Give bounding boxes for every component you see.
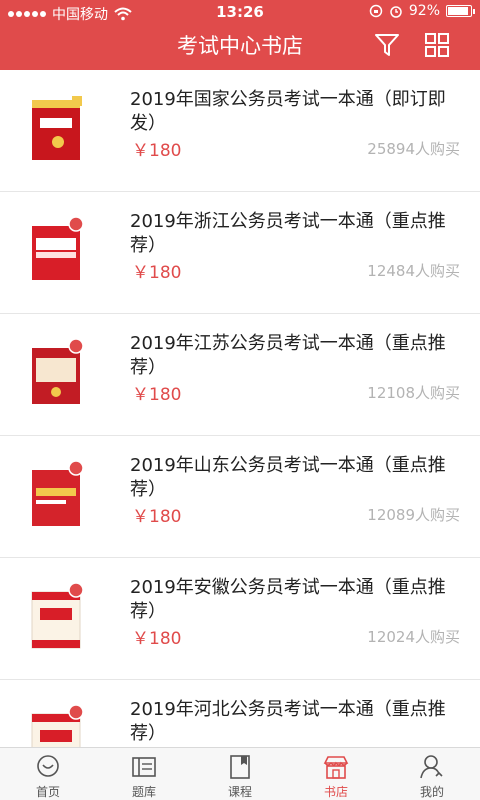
book-cover-image <box>31 704 84 747</box>
status-bar: 中国移动 13:26 92% <box>0 0 480 24</box>
app-header: 中国移动 13:26 92% 考试中心书店 <box>0 0 480 70</box>
list-item[interactable]: 2019年山东公务员考试一本通（重点推荐） ￥180 12089人购买 <box>0 436 480 558</box>
tab-label: 我的 <box>419 785 444 799</box>
tab-store[interactable]: 书店 <box>288 748 384 800</box>
book-cover-image <box>32 460 84 526</box>
purchase-count: 12484人购买 <box>367 262 460 280</box>
book-title: 2019年山东公务员考试一本通（重点推荐） <box>130 455 446 500</box>
tab-course[interactable]: 课程 <box>192 748 288 800</box>
rotation-lock-icon <box>369 4 383 18</box>
book-cover-image <box>32 216 84 280</box>
question-bank-icon <box>132 757 156 777</box>
tab-label: 课程 <box>227 785 252 799</box>
book-price: ￥180 <box>132 385 182 405</box>
battery-percent: 92% <box>408 3 440 19</box>
book-title: 2019年安徽公务员考试一本通（重点推荐） <box>130 577 446 622</box>
book-price: ￥180 <box>132 263 182 283</box>
book-price: ￥180 <box>132 141 182 161</box>
purchase-count: 12108人购买 <box>367 384 460 402</box>
tab-question-bank[interactable]: 题库 <box>96 748 192 800</box>
purchase-count: 12089人购买 <box>367 506 460 524</box>
list-item[interactable]: 2019年江苏公务员考试一本通（重点推荐） ￥180 12108人购买 <box>0 314 480 436</box>
book-list: 2019年国家公务员考试一本通（即订即发） ￥180 25894人购买 2019… <box>0 70 480 747</box>
book-price: ￥180 <box>132 629 182 649</box>
purchase-count: 25894人购买 <box>367 140 460 158</box>
list-item[interactable]: 2019年浙江公务员考试一本通（重点推荐） ￥180 12484人购买 <box>0 192 480 314</box>
book-price: ￥180 <box>132 507 182 527</box>
list-item[interactable]: 2019年安徽公务员考试一本通（重点推荐） ￥180 12024人购买 <box>0 558 480 680</box>
book-title: 2019年国家公务员考试一本通（即订即发） <box>130 89 446 134</box>
book-title: 2019年河北公务员考试一本通（重点推荐） <box>130 699 446 744</box>
tab-label: 首页 <box>35 785 60 799</box>
alarm-icon <box>390 6 402 18</box>
course-book-icon <box>230 755 250 779</box>
book-title: 2019年浙江公务员考试一本通（重点推荐） <box>130 211 446 256</box>
user-icon <box>420 755 443 779</box>
list-item[interactable]: 2019年河北公务员考试一本通（重点推荐） <box>0 680 480 747</box>
grid-icon[interactable] <box>424 32 450 58</box>
store-icon <box>323 756 349 779</box>
battery-icon <box>446 5 475 17</box>
tab-bar: 首页 题库 课程 书店 我的 <box>0 747 480 800</box>
book-title: 2019年江苏公务员考试一本通（重点推荐） <box>130 333 446 378</box>
book-cover-image <box>32 338 84 404</box>
tab-me[interactable]: 我的 <box>384 748 480 800</box>
tab-label: 书店 <box>323 785 348 799</box>
list-item[interactable]: 2019年国家公务员考试一本通（即订即发） ￥180 25894人购买 <box>0 70 480 192</box>
book-cover-image <box>32 96 82 160</box>
tab-home[interactable]: 首页 <box>0 748 96 800</box>
tab-label: 题库 <box>131 785 156 799</box>
filter-icon[interactable] <box>374 32 400 58</box>
purchase-count: 12024人购买 <box>367 628 460 646</box>
page-title: 考试中心书店 <box>177 34 303 58</box>
book-cover-image <box>31 582 84 649</box>
home-chat-icon <box>37 755 59 777</box>
